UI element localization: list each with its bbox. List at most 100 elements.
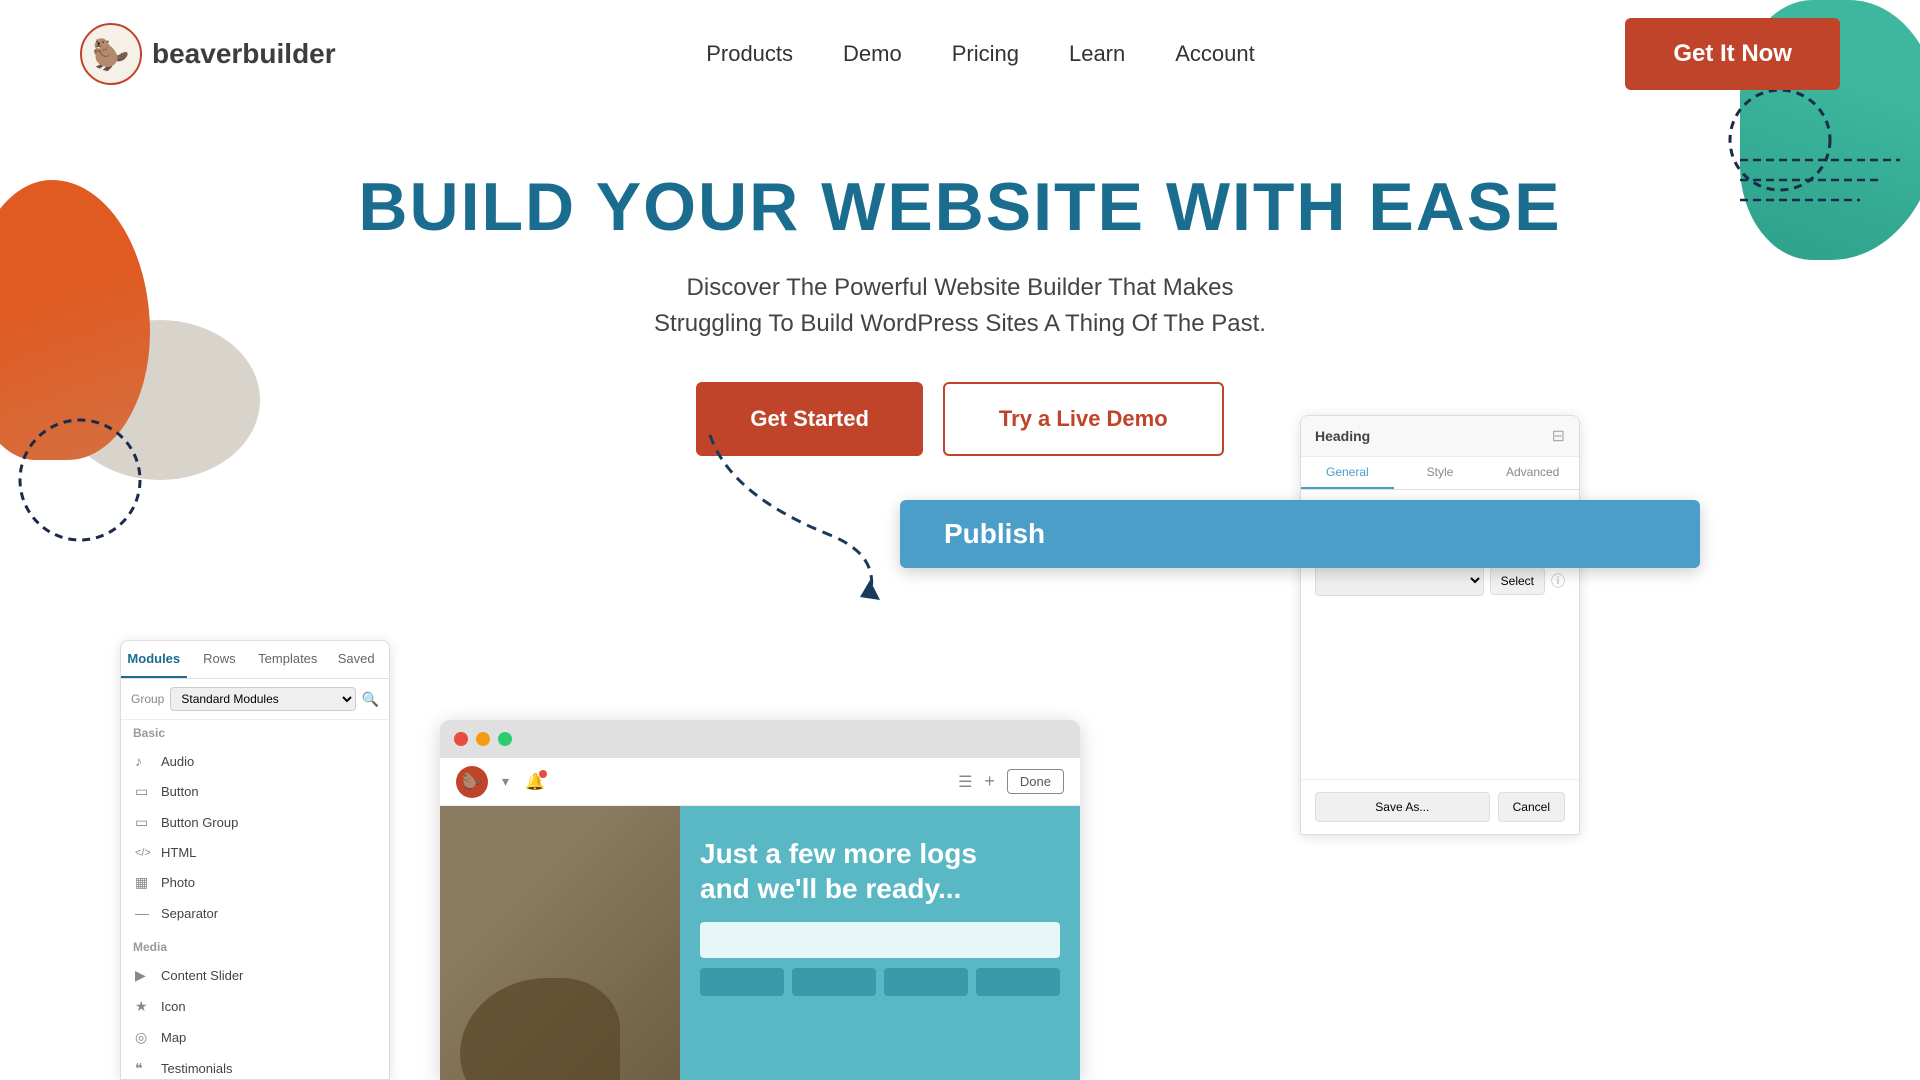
hero-section: BUILD YOUR WEBSITE WITH EASE Discover Th… <box>0 108 1920 496</box>
done-button[interactable]: Done <box>1007 769 1064 794</box>
heading-size-select[interactable] <box>1315 565 1484 596</box>
get-it-now-button[interactable]: Get It Now <box>1625 18 1840 90</box>
group-label: Group <box>131 692 164 706</box>
icon-module-icon: ★ <box>135 998 151 1015</box>
bb-toolbar: 🦫 ▾ 🔔 ☰ + Done <box>440 758 1080 806</box>
module-map-label: Map <box>161 1030 186 1045</box>
chevron-down-icon[interactable]: ▾ <box>502 773 509 790</box>
tab-rows[interactable]: Rows <box>187 641 253 678</box>
minimize-icon[interactable]: ⊟ <box>1552 426 1565 446</box>
pr-tab-advanced[interactable]: Advanced <box>1486 457 1579 489</box>
heading-select-row: Select ⓘ <box>1315 565 1565 596</box>
bell-notification-dot <box>539 770 547 778</box>
tab-modules[interactable]: Modules <box>121 641 187 678</box>
module-button[interactable]: ▭ Button <box>121 776 389 807</box>
testimonials-icon: ❝ <box>135 1060 151 1077</box>
module-content-slider[interactable]: ▶ Content Slider <box>121 960 389 991</box>
module-button-label: Button <box>161 784 199 799</box>
module-testimonials[interactable]: ❝ Testimonials <box>121 1053 389 1080</box>
add-icon[interactable]: + <box>984 771 995 792</box>
page-btn-row <box>700 968 1060 996</box>
module-audio[interactable]: ♪ Audio <box>121 746 389 776</box>
section-basic-label: Basic <box>121 720 389 746</box>
hero-title: BUILD YOUR WEBSITE WITH EASE <box>0 168 1920 246</box>
pr-tab-general[interactable]: General <box>1301 457 1394 489</box>
panel-right-footer: Save As... Cancel <box>1301 779 1579 834</box>
panel-right-tabs: General Style Advanced <box>1301 457 1579 490</box>
module-photo-label: Photo <box>161 875 195 890</box>
page-input-box[interactable] <box>700 922 1060 958</box>
module-icon[interactable]: ★ Icon <box>121 991 389 1022</box>
panel-right-title: Heading <box>1315 428 1370 444</box>
page-text-area: Just a few more logsand we'll be ready..… <box>680 806 1080 1080</box>
page-headline: Just a few more logsand we'll be ready..… <box>700 836 1060 906</box>
page-btn-2[interactable] <box>792 968 876 996</box>
module-html[interactable]: </> HTML <box>121 838 389 867</box>
cancel-button[interactable]: Cancel <box>1498 792 1565 822</box>
audio-icon: ♪ <box>135 753 151 769</box>
browser-bar <box>440 720 1080 758</box>
get-started-button[interactable]: Get Started <box>696 382 923 456</box>
navbar: 🦫 beaverbuilder Products Demo Pricing Le… <box>0 0 1920 108</box>
bb-logo-sm: 🦫 <box>456 766 488 798</box>
module-testimonials-label: Testimonials <box>161 1061 233 1076</box>
select-button[interactable]: Select <box>1490 567 1545 595</box>
page-content: Just a few more logsand we'll be ready..… <box>440 806 1080 1080</box>
html-icon: </> <box>135 847 151 859</box>
nav-pricing[interactable]: Pricing <box>952 41 1019 67</box>
module-button-group-label: Button Group <box>161 815 238 830</box>
group-select[interactable]: Standard Modules <box>170 687 355 711</box>
module-html-label: HTML <box>161 845 196 860</box>
module-audio-label: Audio <box>161 754 194 769</box>
logo[interactable]: 🦫 beaverbuilder <box>80 23 336 85</box>
browser-dot-yellow[interactable] <box>476 732 490 746</box>
heading-panel: Heading ⊟ General Style Advanced Heading… <box>1300 415 1580 835</box>
module-photo[interactable]: ▦ Photo <box>121 867 389 898</box>
nav-demo[interactable]: Demo <box>843 41 902 67</box>
info-icon: ⓘ <box>1551 571 1565 591</box>
svg-text:🦫: 🦫 <box>92 37 129 72</box>
publish-button[interactable]: Publish <box>900 500 1700 568</box>
page-btn-3[interactable] <box>884 968 968 996</box>
nav-learn[interactable]: Learn <box>1069 41 1125 67</box>
module-separator-label: Separator <box>161 906 218 921</box>
module-content-slider-label: Content Slider <box>161 968 243 983</box>
button-icon: ▭ <box>135 783 151 800</box>
page-btn-1[interactable] <box>700 968 784 996</box>
content-slider-icon: ▶ <box>135 967 151 984</box>
page-btn-4[interactable] <box>976 968 1060 996</box>
nav-account[interactable]: Account <box>1175 41 1255 67</box>
map-icon: ◎ <box>135 1029 151 1046</box>
browser-content: 🦫 ▾ 🔔 ☰ + Done Just a few more logsand w… <box>440 758 1080 1080</box>
browser-dot-green[interactable] <box>498 732 512 746</box>
try-live-demo-button[interactable]: Try a Live Demo <box>943 382 1224 456</box>
tab-templates[interactable]: Templates <box>252 641 323 678</box>
section-media-label: Media <box>121 934 389 960</box>
search-icon[interactable]: 🔍 <box>362 691 379 708</box>
list-icon[interactable]: ☰ <box>958 772 972 792</box>
hero-subtitle: Discover The Powerful Website Builder Th… <box>0 270 1920 342</box>
logo-text: beaverbuilder <box>152 38 336 70</box>
tab-saved[interactable]: Saved <box>323 641 389 678</box>
module-button-group[interactable]: ▭ Button Group <box>121 807 389 838</box>
modules-panel: Modules Rows Templates Saved Group Stand… <box>120 640 390 1080</box>
button-group-icon: ▭ <box>135 814 151 831</box>
save-as-button[interactable]: Save As... <box>1315 792 1490 822</box>
hero-buttons: Get Started Try a Live Demo <box>0 382 1920 456</box>
bell-icon[interactable]: 🔔 <box>525 772 545 792</box>
module-icon-label: Icon <box>161 999 186 1014</box>
nav-links: Products Demo Pricing Learn Account <box>706 41 1255 67</box>
pr-tab-style[interactable]: Style <box>1394 457 1487 489</box>
separator-icon: — <box>135 905 151 921</box>
panel-tabs: Modules Rows Templates Saved <box>121 641 389 679</box>
panel-right-header: Heading ⊟ <box>1301 416 1579 457</box>
browser-mockup: 🦫 ▾ 🔔 ☰ + Done Just a few more logsand w… <box>440 720 1080 1080</box>
panel-filter: Group Standard Modules 🔍 <box>121 679 389 720</box>
nav-products[interactable]: Products <box>706 41 793 67</box>
module-map[interactable]: ◎ Map <box>121 1022 389 1053</box>
beaver-icon: 🦫 <box>80 23 142 85</box>
page-image <box>440 806 680 1080</box>
photo-icon: ▦ <box>135 874 151 891</box>
browser-dot-red[interactable] <box>454 732 468 746</box>
module-separator[interactable]: — Separator <box>121 898 389 928</box>
